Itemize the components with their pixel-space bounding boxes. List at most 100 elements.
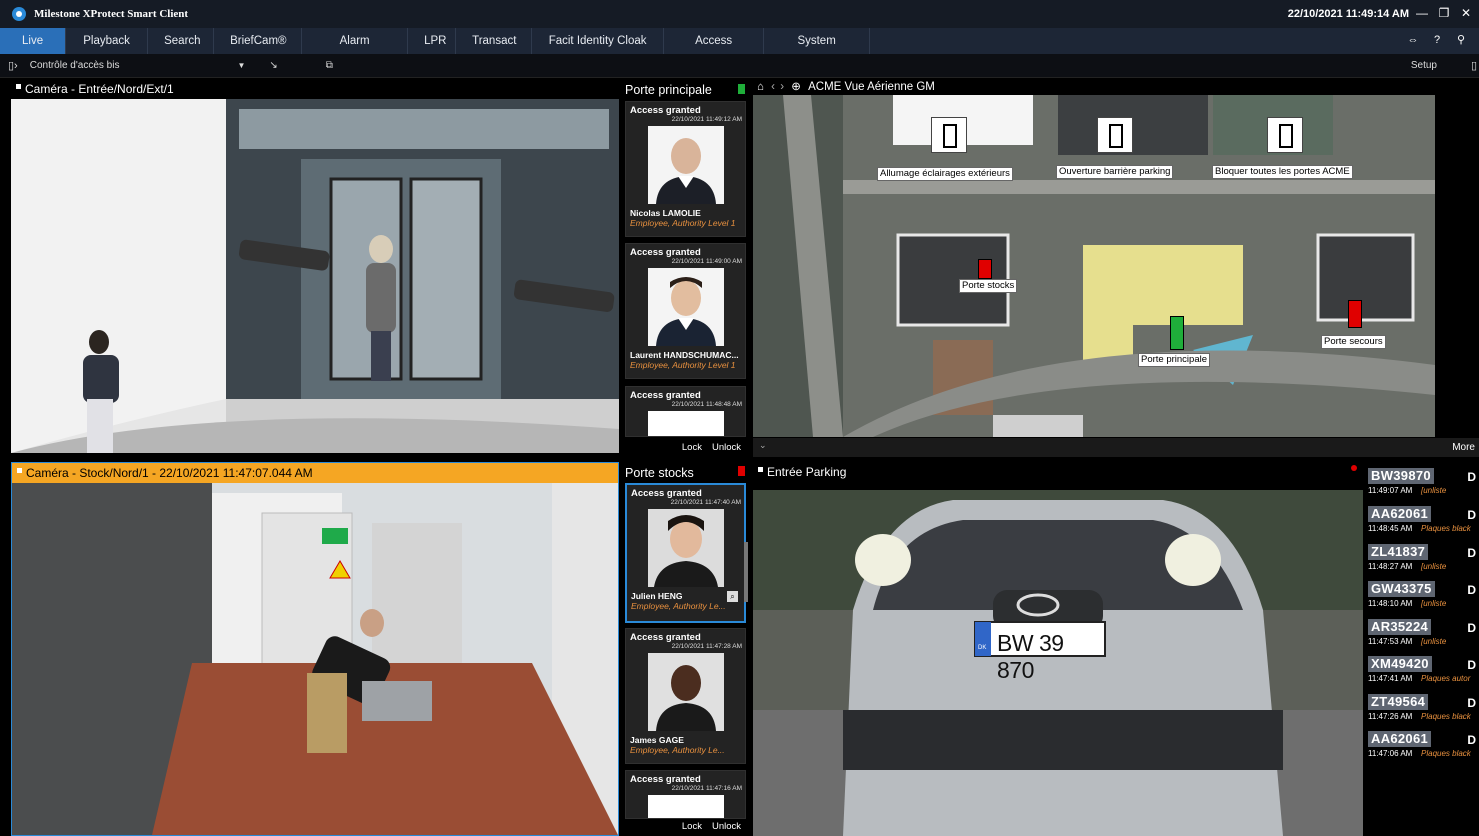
tab-lpr[interactable]: LPR [408,28,457,54]
unlock-button[interactable]: Unlock [712,818,741,836]
porte-stocks-title: Porte stocks [625,466,694,480]
zoom-icon[interactable]: ⌕ [727,591,738,602]
block-doors-switch-icon[interactable] [1267,117,1303,153]
list-item[interactable]: AA62061 D 11:48:45 AM Plaques black [1363,503,1479,540]
lock-button[interactable]: Lock [682,818,702,836]
label-porte-stocks[interactable]: Porte stocks [959,279,1018,293]
connection-icon[interactable]: ⇔ [1407,34,1419,46]
camera-entree-image [11,99,619,453]
access-event-card[interactable]: Access granted 22/10/2021 11:49:00 AM La… [625,243,746,379]
sidebar-toggle-icon[interactable]: ▯› [8,59,18,72]
milestone-logo-icon [12,7,26,21]
person-role: Employee, Authority Le... [631,601,726,611]
person-photo [647,411,724,436]
tab-briefcam[interactable]: BriefCam® [214,28,303,54]
access-time: 22/10/2021 11:49:12 AM [671,116,742,123]
person-name: Nicolas LAMOLIE [630,208,701,218]
lights-switch-icon[interactable] [931,117,967,153]
chevron-down-icon[interactable]: ▼ [237,61,245,70]
cursor-tool-icon[interactable]: ↘ [269,60,277,71]
door-stocks-icon[interactable] [978,259,992,279]
view-selector[interactable]: Contrôle d'accès bis [30,60,120,71]
aerial-map-image [753,95,1435,437]
access-time: 22/10/2021 11:49:00 AM [671,258,742,265]
camera-entree-view[interactable]: Caméra - Entrée/Nord/Ext/1 [11,79,619,453]
setup-button[interactable]: Setup [1411,60,1437,71]
tab-search[interactable]: Search [148,28,215,54]
barrier-switch-icon[interactable] [1097,117,1133,153]
access-time: 22/10/2021 11:48:48 AM [671,401,742,408]
pin-icon[interactable]: ⚲ [1455,34,1467,46]
title-bar: Milestone XProtect Smart Client 22/10/20… [0,0,1479,28]
label-block-doors[interactable]: Bloquer toutes les portes ACME [1212,165,1353,179]
person-role: Employee, Authority Level 1 [630,218,736,228]
camera-entree-title: Caméra - Entrée/Nord/Ext/1 [11,79,619,99]
access-status: Access granted [630,247,701,258]
door-secours-icon[interactable] [1348,300,1362,328]
porte-principale-panel: Porte principale Access granted 22/10/20… [621,79,749,457]
car-plate-text: BW 39 870 [997,630,1064,683]
label-porte-principale[interactable]: Porte principale [1138,353,1211,367]
parking-camera-view[interactable]: Entrée Parking BW 39 870 DK [753,462,1363,836]
list-item[interactable]: GW43375 D 11:48:10 AM [unliste [1363,578,1479,615]
tab-facit-identity-cloak[interactable]: Facit Identity Cloak [532,28,665,54]
close-icon[interactable]: ✕ [1459,6,1473,20]
list-item[interactable]: AR35224 D 11:47:53 AM [unliste [1363,616,1479,653]
map-title: ACME Vue Aérienne GM [808,81,935,93]
tab-live[interactable]: Live [0,28,67,54]
globe-icon: ⊕ [791,81,801,93]
door-principale-icon[interactable] [1170,316,1184,350]
list-item[interactable]: XM49420 D 11:47:41 AM Plaques autor [1363,653,1479,690]
access-event-card[interactable]: Access granted 22/10/2021 11:47:28 AM Ja… [625,628,746,764]
person-photo [647,653,724,731]
person-photo [647,268,724,346]
tab-alarm-manager[interactable]: Alarm Manager [302,28,409,73]
scrollbar[interactable] [744,542,748,602]
person-photo [647,795,724,818]
plate-country: DK [978,645,987,651]
minimize-icon[interactable]: — [1415,6,1429,20]
access-status: Access granted [630,632,701,643]
porte-principale-title: Porte principale [625,83,712,97]
access-status: Access granted [630,105,701,116]
access-event-card[interactable]: Access granted 22/10/2021 11:49:12 AM Ni… [625,101,746,237]
forward-icon[interactable]: › [780,81,784,93]
list-item[interactable]: ZT49564 D 11:47:26 AM Plaques black [1363,691,1479,728]
access-time: 22/10/2021 11:47:16 AM [671,785,742,792]
label-barrier[interactable]: Ouverture barrière parking [1056,165,1174,179]
tab-transact[interactable]: Transact [456,28,533,54]
person-name: James GAGE [630,735,684,745]
access-time: 22/10/2021 11:47:40 AM [670,499,741,506]
chevron-down-icon[interactable]: ⌄ [759,440,767,451]
help-icon[interactable]: ? [1431,34,1443,46]
panel-toggle-icon[interactable]: ▯ [1471,59,1477,72]
main-tabs: Live Playback Search BriefCam® Alarm Man… [0,28,1479,73]
fullscreen-icon[interactable]: ⧉ [326,60,333,71]
access-event-card[interactable]: Access granted 22/10/2021 11:47:40 AM Ju… [625,483,746,623]
more-button[interactable]: More [1452,442,1475,453]
door-status-red-icon [738,466,745,476]
list-item[interactable]: AA62061 D 11:47:06 AM Plaques black [1363,728,1479,765]
label-lights[interactable]: Allumage éclairages extérieurs [877,167,1013,181]
back-icon[interactable]: ‹ [771,81,775,93]
person-role: Employee, Authority Le... [630,745,725,755]
access-status: Access granted [630,774,701,785]
restore-icon[interactable]: ❐ [1437,6,1451,20]
camera-stock-view[interactable]: Caméra - Stock/Nord/1 - 22/10/2021 11:47… [11,462,619,836]
person-name: Laurent HANDSCHUMAC... [630,350,739,360]
map-view[interactable]: ⌂ ‹ › ⊕ ACME Vue Aérienne GM Allumage éc… [753,79,1479,457]
tab-system-monitor[interactable]: System Monitor [764,28,871,73]
lock-button[interactable]: Lock [682,439,702,457]
tab-access-control[interactable]: Access Control [664,28,765,73]
person-role: Employee, Authority Level 1 [630,360,736,370]
access-event-card[interactable]: Access granted 22/10/2021 11:48:48 AM [625,386,746,437]
tab-playback[interactable]: Playback [66,28,149,54]
unlock-button[interactable]: Unlock [712,439,741,457]
list-item[interactable]: BW39870 D 11:49:07 AM [unliste [1363,465,1479,502]
list-item[interactable]: ZL41837 D 11:48:27 AM [unliste [1363,541,1479,578]
label-porte-secours[interactable]: Porte secours [1321,335,1386,349]
access-event-card[interactable]: Access granted 22/10/2021 11:47:16 AM [625,770,746,819]
porte-stocks-panel: Porte stocks Access granted 22/10/2021 1… [621,462,749,836]
home-icon[interactable]: ⌂ [757,81,764,93]
recording-indicator-icon [1351,465,1357,471]
